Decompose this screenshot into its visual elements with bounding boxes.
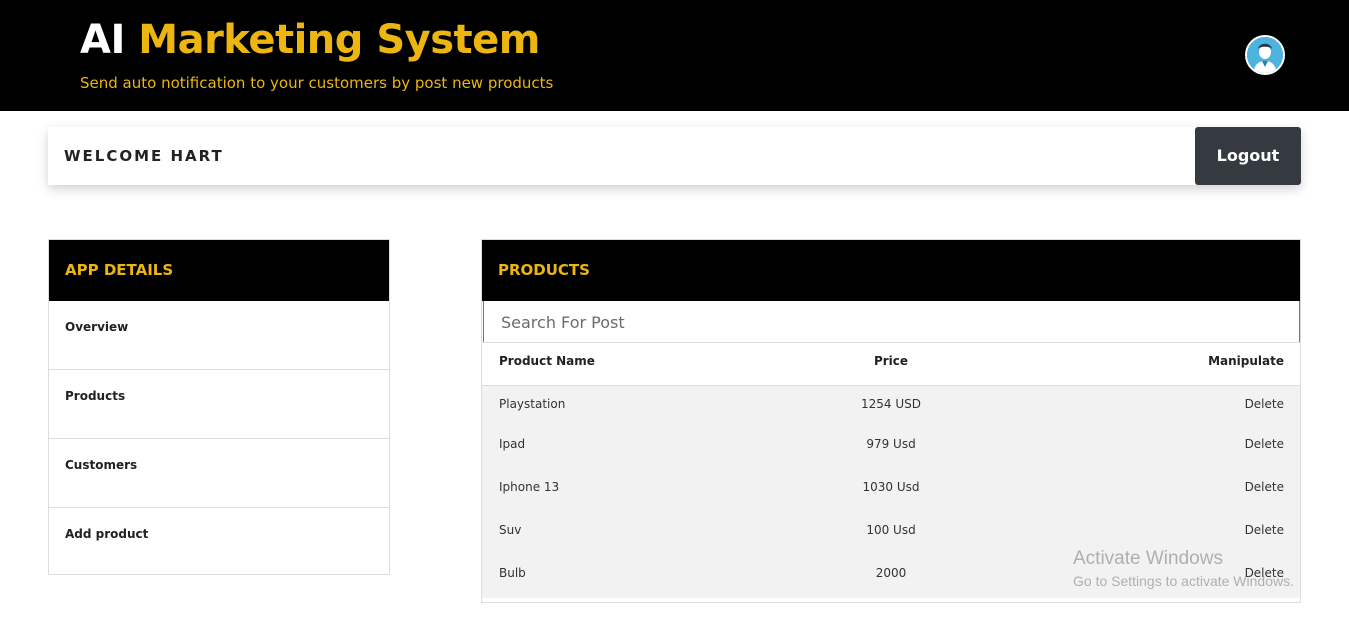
product-price-value: 100 Usd <box>866 523 916 537</box>
product-price-value: 979 Usd <box>866 437 916 451</box>
product-name: Playstation <box>499 397 566 411</box>
table-row: Suv 100 Usd Delete <box>482 512 1300 555</box>
products-title: PRODUCTS <box>482 240 1300 301</box>
avatar-figure-icon <box>1247 37 1283 73</box>
delete-button[interactable]: Delete <box>1245 565 1284 581</box>
table-row: Iphone 13 1030 Usd Delete <box>482 469 1300 512</box>
table-row: Bulb 2000 Delete <box>482 555 1300 598</box>
product-price-value: 2000 <box>875 566 907 580</box>
table-row: Playstation 1254 USD Delete <box>482 386 1300 426</box>
delete-button[interactable]: Delete <box>1245 436 1284 452</box>
delete-button[interactable]: Delete <box>1245 479 1284 495</box>
sidebar-item-add-product[interactable]: Add product <box>49 508 389 577</box>
user-avatar-icon[interactable] <box>1245 35 1285 75</box>
app-title-main: Marketing System <box>138 17 540 63</box>
delete-button[interactable]: Delete <box>1245 522 1284 538</box>
column-header-manipulate: Manipulate <box>1208 354 1284 368</box>
product-name: Ipad <box>499 437 526 451</box>
app-title: AI Marketing System <box>80 14 540 66</box>
product-name: Iphone 13 <box>499 480 560 494</box>
products-panel: PRODUCTS Product Name Price Manipulate P… <box>481 239 1301 603</box>
product-name: Suv <box>499 523 522 537</box>
sidebar-item-overview[interactable]: Overview <box>49 301 389 370</box>
logout-button[interactable]: Logout <box>1195 127 1301 185</box>
search-input[interactable] <box>483 301 1300 343</box>
sidebar-item-products[interactable]: Products <box>49 370 389 439</box>
app-details-title: APP DETAILS <box>49 240 389 301</box>
app-title-prefix: AI <box>80 17 125 63</box>
welcome-bar: WELCOME HART Logout <box>48 127 1301 185</box>
top-header: AI Marketing System Send auto notificati… <box>0 0 1349 111</box>
table-header: Product Name Price Manipulate <box>482 342 1300 386</box>
column-header-price-label: Price <box>873 354 909 368</box>
sidebar-item-customers[interactable]: Customers <box>49 439 389 508</box>
product-price-value: 1030 Usd <box>862 480 920 494</box>
app-subtitle: Send auto notification to your customers… <box>80 74 554 92</box>
table-row: Ipad 979 Usd Delete <box>482 426 1300 469</box>
products-table: Product Name Price Manipulate Playstatio… <box>482 342 1300 598</box>
welcome-message: WELCOME HART <box>64 147 224 165</box>
column-header-product-name: Product Name <box>499 354 595 368</box>
product-price-value: 1254 USD <box>861 397 921 411</box>
product-name: Bulb <box>499 566 526 580</box>
delete-button[interactable]: Delete <box>1245 396 1284 412</box>
table-body: Playstation 1254 USD Delete Ipad 979 Usd… <box>482 386 1300 598</box>
app-details-panel: APP DETAILS Overview Products Customers … <box>48 239 390 575</box>
